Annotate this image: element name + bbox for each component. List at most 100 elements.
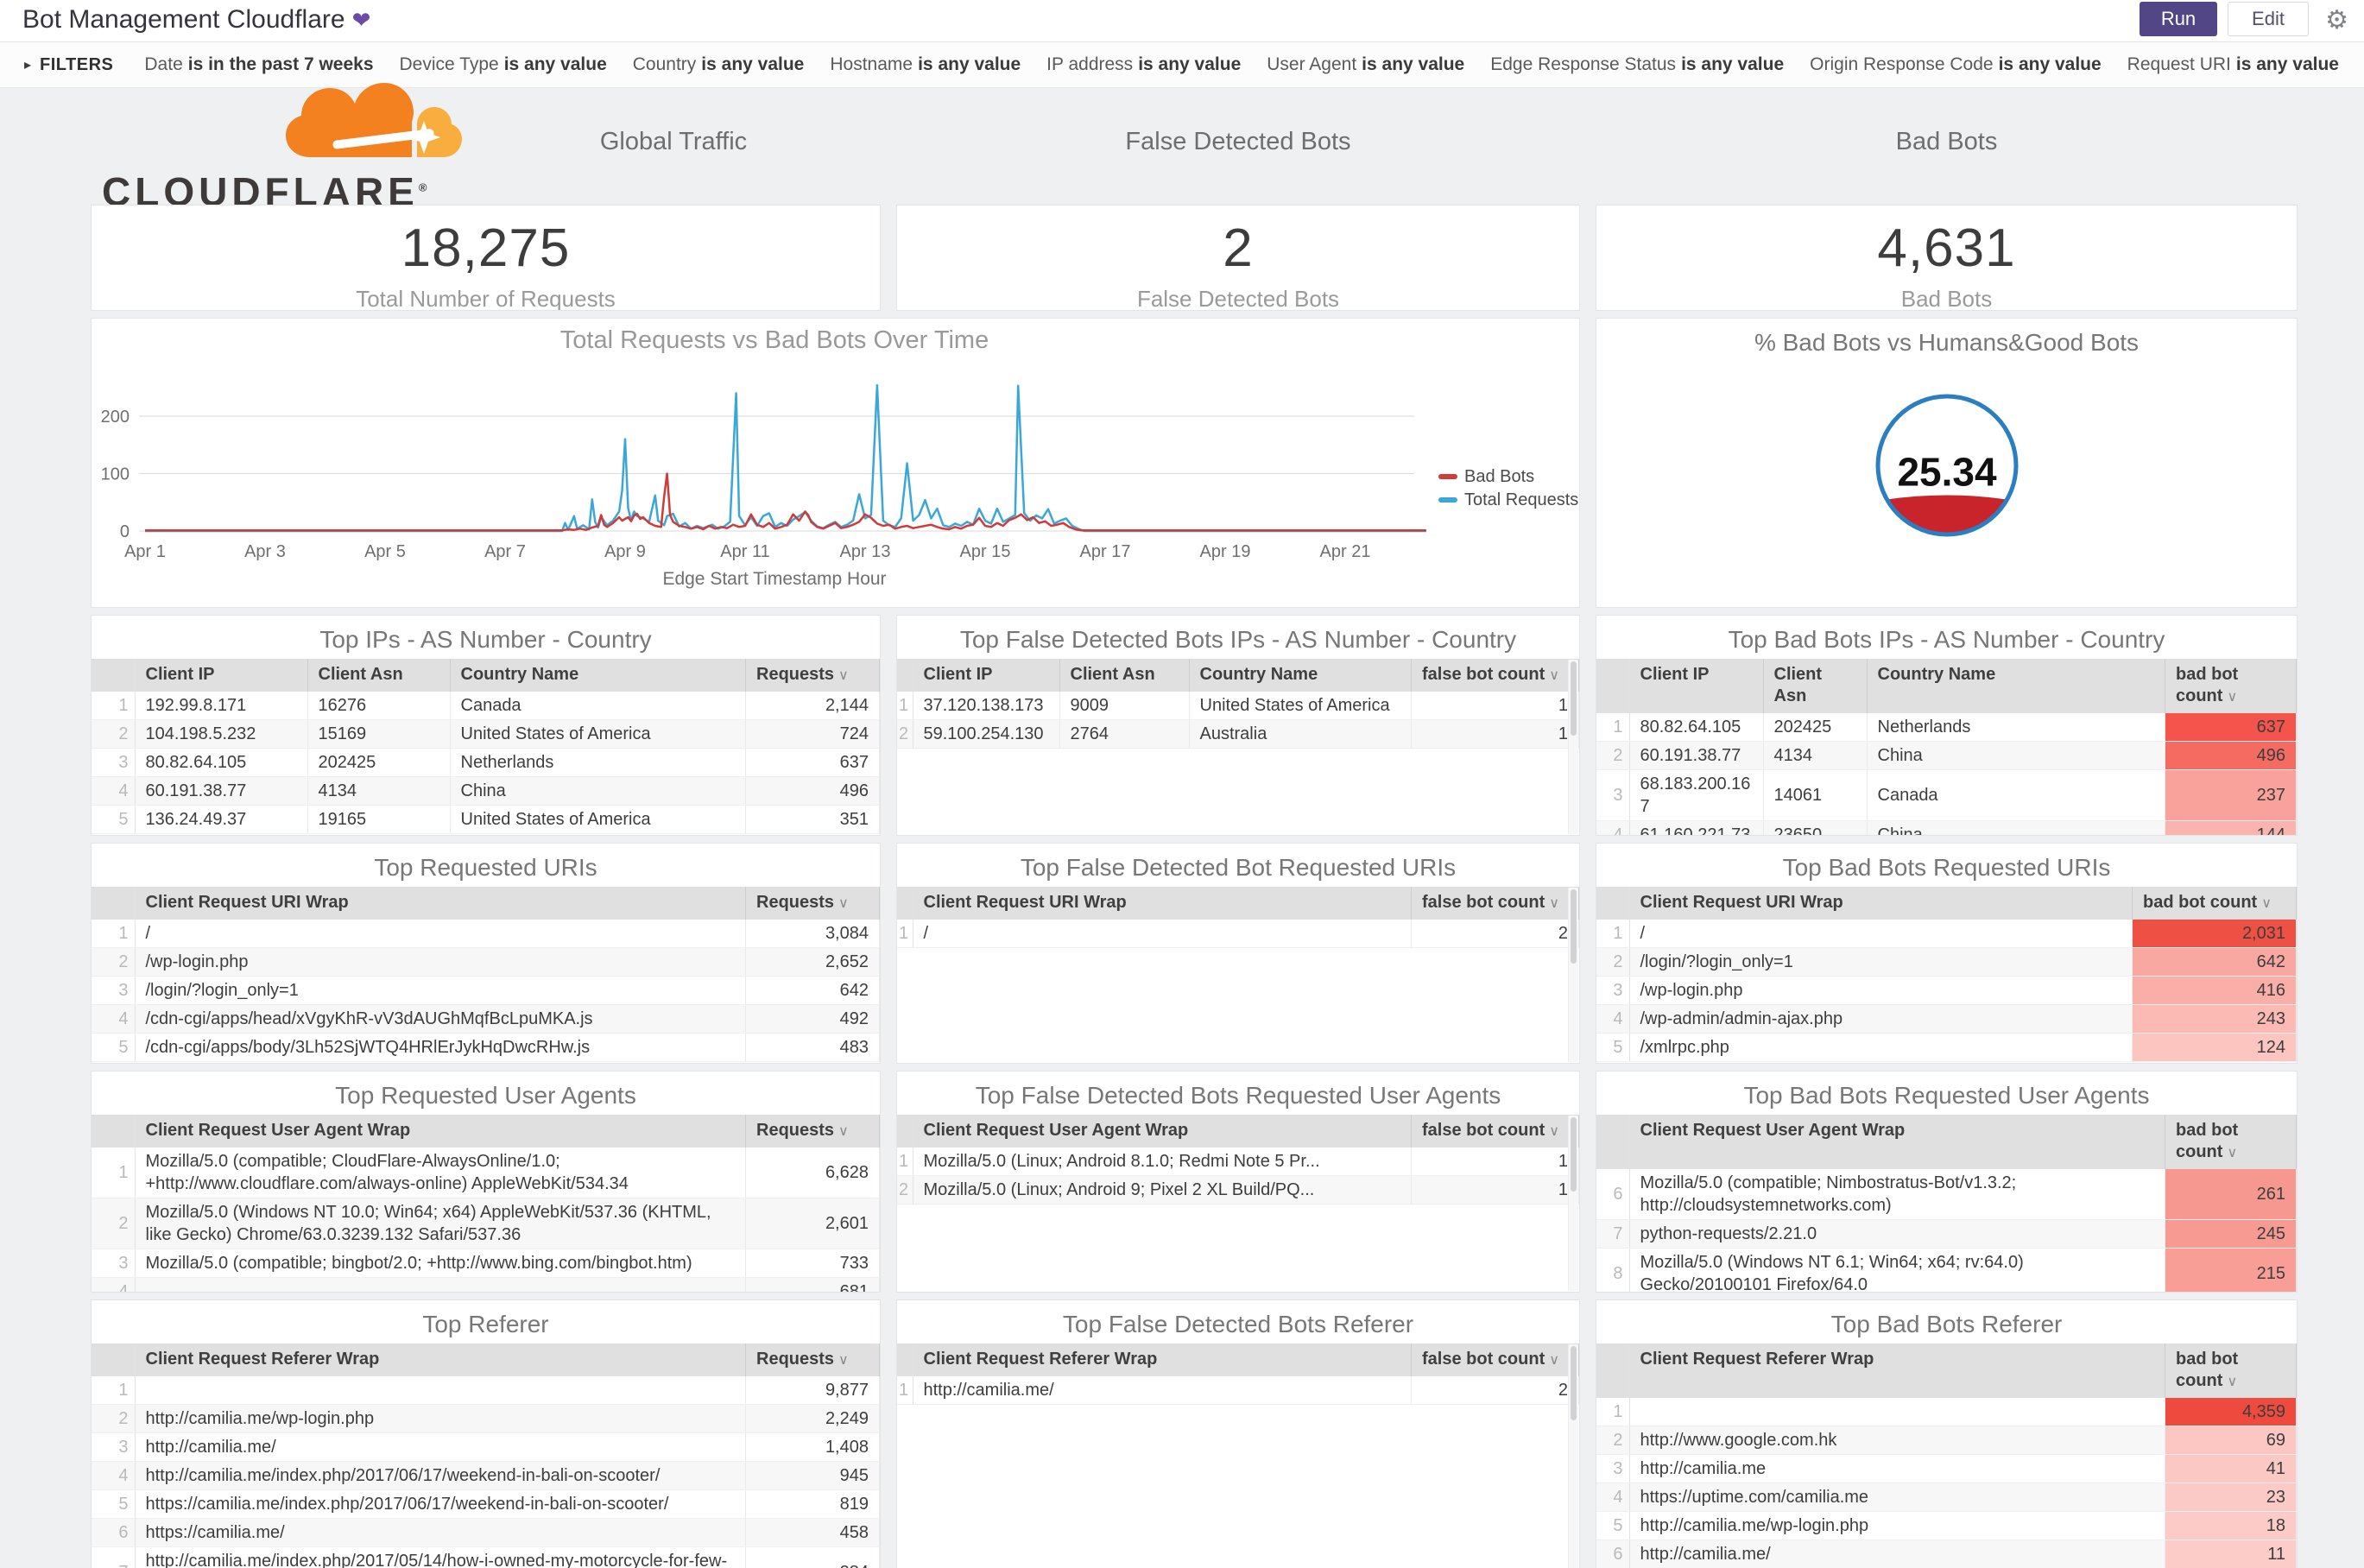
metric-value-cell[interactable]: 3,084 bbox=[745, 920, 880, 948]
column-header[interactable]: Client IP bbox=[1629, 659, 1764, 713]
metric-value-cell[interactable]: 243 bbox=[2132, 1004, 2297, 1034]
cell[interactable]: http://camilia.me bbox=[1629, 1454, 2165, 1483]
table-row[interactable]: 5 https://camilia.me/index.php/2017/06/17… bbox=[92, 1489, 880, 1519]
cell[interactable]: China bbox=[450, 776, 746, 806]
legend-swatch[interactable] bbox=[1438, 497, 1457, 503]
metric-value-cell[interactable]: 1 bbox=[1411, 692, 1579, 720]
table-row[interactable]: 2 59.100.254.130 2764 Australia 1 bbox=[897, 719, 1579, 749]
table-row[interactable]: 2 Mozilla/5.0 (Linux; Android 9; Pixel 2 … bbox=[897, 1175, 1579, 1204]
cell[interactable]: /wp-login.php bbox=[135, 947, 746, 977]
metric-value-cell[interactable]: 2,144 bbox=[745, 692, 880, 720]
cell[interactable] bbox=[135, 1376, 746, 1405]
metric-value-cell[interactable]: 416 bbox=[2132, 976, 2297, 1005]
column-header[interactable]: Client Asn bbox=[1059, 659, 1190, 692]
cell[interactable]: Netherlands bbox=[1867, 713, 2165, 742]
table-row[interactable]: 1/2 bbox=[897, 920, 1579, 948]
metric-column-header[interactable]: Requests ∨ bbox=[745, 1344, 880, 1376]
column-header[interactable]: Country Name bbox=[1189, 659, 1412, 692]
table-row[interactable]: 1 Mozilla/5.0 (Linux; Android 8.1.0; Redm… bbox=[897, 1148, 1579, 1176]
metric-value-cell[interactable]: 11 bbox=[2165, 1540, 2297, 1568]
cell[interactable]: /wp-admin/admin-ajax.php bbox=[1629, 1004, 2133, 1034]
cell[interactable]: http://camilia.me/index.php/2017/05/14/h… bbox=[135, 1546, 746, 1568]
scrollbar-thumb[interactable] bbox=[1571, 1346, 1577, 1420]
metric-value-cell[interactable]: 41 bbox=[2165, 1454, 2297, 1483]
scrollbar-thumb[interactable] bbox=[1571, 889, 1577, 964]
cell[interactable]: 60.191.38.77 bbox=[135, 776, 308, 806]
cell[interactable]: 202425 bbox=[1763, 713, 1868, 742]
cell[interactable]: 104.198.5.232 bbox=[135, 719, 308, 749]
column-header[interactable]: Client Request Referer Wrap bbox=[135, 1344, 746, 1376]
cell[interactable] bbox=[1629, 1398, 2165, 1426]
metric-column-header[interactable]: bad bot count ∨ bbox=[2165, 1115, 2297, 1169]
cell[interactable]: 202425 bbox=[307, 748, 451, 777]
cell[interactable]: 37.120.138.173 bbox=[913, 692, 1060, 720]
cell[interactable]: / bbox=[1629, 920, 2133, 948]
column-header[interactable]: Client IP bbox=[135, 659, 308, 692]
column-header[interactable]: Client Request User Agent Wrap bbox=[135, 1115, 746, 1148]
table-row[interactable]: 2 104.198.5.232 15169 United States of Amer… bbox=[92, 719, 880, 749]
cell[interactable]: Canada bbox=[1867, 769, 2165, 821]
metric-value-cell[interactable]: 2,652 bbox=[745, 947, 880, 977]
cell[interactable]: United States of America bbox=[1189, 692, 1412, 720]
metric-value-cell[interactable]: 1 bbox=[1411, 1175, 1579, 1204]
metric-column-header[interactable]: false bot count ∨ bbox=[1411, 887, 1579, 920]
metric-value-cell[interactable]: 4,359 bbox=[2165, 1398, 2297, 1426]
cell[interactable]: Canada bbox=[450, 692, 746, 720]
table-row[interactable]: 2 Mozilla/5.0 (Windows NT 10.0; Win64; x6… bbox=[92, 1198, 880, 1249]
metric-value-cell[interactable]: 1 bbox=[1411, 1148, 1579, 1176]
table-row[interactable]: 7http://camilia.me/index.php/2017/05/14/… bbox=[92, 1546, 880, 1568]
cell[interactable]: /cdn-cgi/apps/body/3Lh52SjWTQ4HRlErJykHq… bbox=[135, 1033, 746, 1062]
cell[interactable]: 19165 bbox=[307, 805, 451, 834]
table-scrollbar[interactable] bbox=[1568, 1344, 1578, 1568]
cell[interactable]: 192.99.8.171 bbox=[135, 692, 308, 720]
table-row[interactable]: 3/login/?login_only=1 642 bbox=[92, 976, 880, 1005]
run-button[interactable]: Run bbox=[2140, 2, 2217, 36]
table-row[interactable]: 6 http://camilia.me/11 bbox=[1596, 1540, 2297, 1568]
metric-value-cell[interactable]: 1,408 bbox=[745, 1432, 880, 1462]
filter-item[interactable]: Hostname is any value bbox=[830, 54, 1021, 74]
metric-value-cell[interactable]: 18 bbox=[2165, 1511, 2297, 1540]
table-row[interactable]: 1 37.120.138.173 9009 United States of Amer… bbox=[897, 692, 1579, 720]
metric-column-header[interactable]: bad bot count ∨ bbox=[2165, 1344, 2297, 1398]
cell[interactable]: 59.100.254.130 bbox=[913, 719, 1060, 749]
cell[interactable]: 4134 bbox=[307, 776, 451, 806]
cell[interactable]: 15169 bbox=[307, 719, 451, 749]
cell[interactable]: /login/?login_only=1 bbox=[1629, 947, 2133, 977]
table-row[interactable]: 1 http://camilia.me/2 bbox=[897, 1376, 1579, 1405]
cell[interactable]: 9009 bbox=[1059, 692, 1190, 720]
cell[interactable]: United States of America bbox=[450, 719, 746, 749]
legend-swatch[interactable] bbox=[1438, 474, 1457, 479]
cell[interactable]: http://camilia.me/wp-login.php bbox=[135, 1404, 746, 1433]
metric-value-cell[interactable]: 819 bbox=[745, 1489, 880, 1519]
table-row[interactable]: 1/3,084 bbox=[92, 920, 880, 948]
cell[interactable]: Mozilla/5.0 (compatible; bingbot/2.0; +h… bbox=[135, 1249, 746, 1278]
cell[interactable]: /cdn-cgi/apps/head/xVgyKhR-vV3dAUGhMqfBc… bbox=[135, 1004, 746, 1034]
cell[interactable]: http://camilia.me/ bbox=[135, 1432, 746, 1462]
table-row[interactable]: 2 http://camilia.me/wp-login.php 2,249 bbox=[92, 1404, 880, 1433]
metric-value-cell[interactable]: 458 bbox=[745, 1518, 880, 1547]
metric-column-header[interactable]: false bot count ∨ bbox=[1411, 1115, 1579, 1148]
legend-label[interactable]: Bad Bots bbox=[1464, 467, 1534, 486]
metric-value-cell[interactable]: 1 bbox=[1411, 719, 1579, 749]
column-header[interactable]: Client Request User Agent Wrap bbox=[913, 1115, 1412, 1148]
cell[interactable]: Mozilla/5.0 (Windows NT 10.0; Win64; x64… bbox=[135, 1198, 746, 1249]
table-scrollbar[interactable] bbox=[1568, 1116, 1578, 1291]
table-row[interactable]: 7 python-requests/2.21.0 245 bbox=[1596, 1219, 2297, 1249]
table-row[interactable]: 1 9,877 bbox=[92, 1376, 880, 1405]
table-row[interactable]: 3 Mozilla/5.0 (compatible; bingbot/2.0; +… bbox=[92, 1249, 880, 1278]
table-row[interactable]: 2 http://www.google.com.hk 69 bbox=[1596, 1426, 2297, 1455]
cell[interactable]: /wp-login.php bbox=[1629, 976, 2133, 1005]
cell[interactable]: Mozilla/5.0 (compatible; Nimbostratus-Bo… bbox=[1629, 1169, 2165, 1220]
metric-value-cell[interactable]: 681 bbox=[745, 1277, 880, 1292]
cell[interactable]: 80.82.64.105 bbox=[1629, 713, 1764, 742]
table-row[interactable]: 5/cdn-cgi/apps/body/3Lh52SjWTQ4HRlErJykH… bbox=[92, 1033, 880, 1062]
table-row[interactable]: 6 https://camilia.me/458 bbox=[92, 1518, 880, 1547]
column-header[interactable]: Country Name bbox=[1867, 659, 2165, 713]
table-row[interactable]: 8 Mozilla/5.0 (Windows NT 6.1; Win64; x64… bbox=[1596, 1248, 2297, 1292]
cell[interactable]: 2764 bbox=[1059, 719, 1190, 749]
cell[interactable]: /login/?login_only=1 bbox=[135, 976, 746, 1005]
metric-value-cell[interactable]: 237 bbox=[2165, 769, 2297, 821]
scrollbar-thumb[interactable] bbox=[1571, 661, 1577, 736]
cell[interactable]: https://camilia.me/ bbox=[135, 1518, 746, 1547]
cell[interactable]: 16276 bbox=[307, 692, 451, 720]
